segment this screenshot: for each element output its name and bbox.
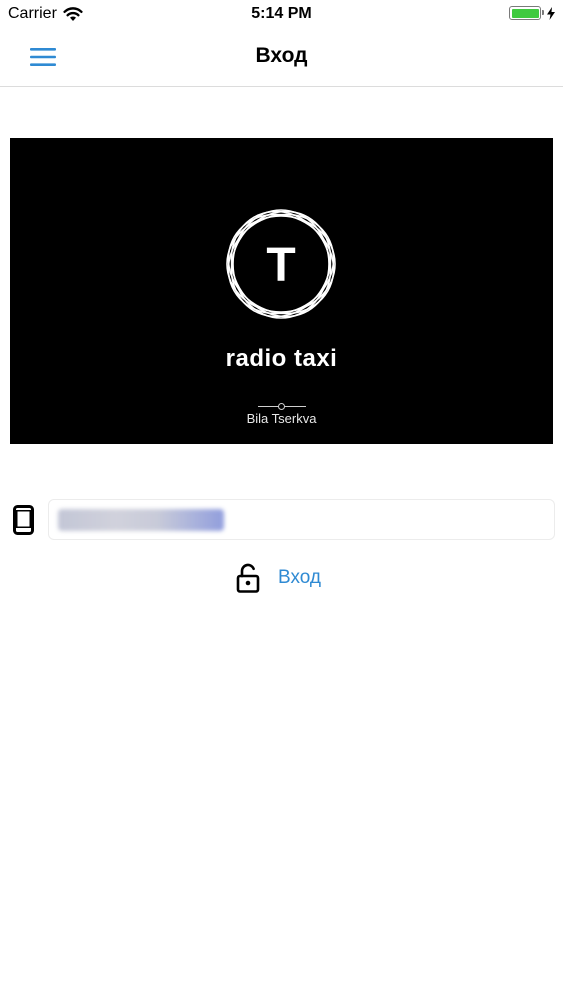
page-title: Вход bbox=[255, 44, 308, 67]
nav-bar: Вход bbox=[0, 30, 563, 87]
brand-divider bbox=[258, 403, 306, 410]
status-bar: Carrier 5:14 PM bbox=[0, 0, 563, 30]
logo-letter: T bbox=[266, 239, 295, 292]
battery-icon bbox=[509, 6, 544, 20]
phone-value-redacted bbox=[58, 509, 224, 531]
brand-banner: T radio taxi Bila Tserkva bbox=[10, 138, 553, 444]
brand-name: radio taxi bbox=[225, 345, 338, 372]
charging-bolt-icon bbox=[547, 6, 555, 20]
unlock-icon bbox=[236, 563, 260, 593]
smartphone-icon bbox=[13, 505, 34, 535]
taxi-logo-icon: T bbox=[226, 209, 336, 319]
status-time: 5:14 PM bbox=[251, 5, 312, 22]
login-button[interactable]: Вход bbox=[236, 562, 321, 594]
brand-city: Bila Tserkva bbox=[246, 411, 317, 426]
status-right bbox=[509, 6, 555, 20]
login-button-label: Вход bbox=[278, 567, 321, 588]
